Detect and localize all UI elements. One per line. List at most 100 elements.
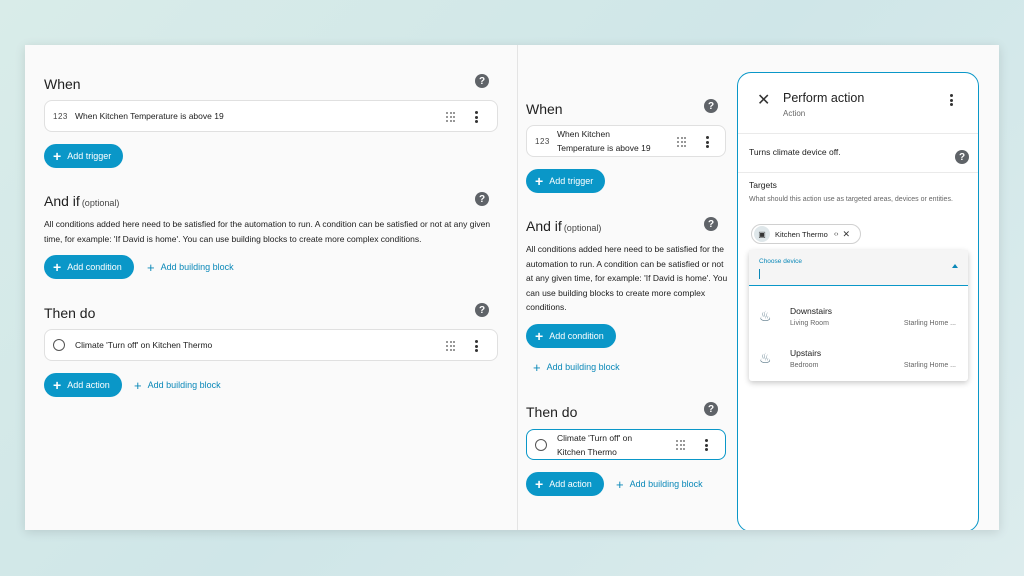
expand-code-icon[interactable]: ‹› <box>834 231 839 238</box>
close-icon[interactable]: ✕ <box>757 90 770 110</box>
and-if-help-icon[interactable]: ? <box>704 217 718 231</box>
action-help-icon[interactable]: ? <box>955 150 969 164</box>
and-if-label: And if <box>44 193 80 209</box>
targets-hint: What should this action use as targeted … <box>749 196 953 203</box>
add-action-button[interactable]: + Add action <box>526 472 604 496</box>
plus-icon: + <box>535 173 544 189</box>
choose-device-input[interactable]: Choose device <box>749 250 968 286</box>
add-condition-button[interactable]: + Add condition <box>44 255 134 279</box>
add-trigger-label: Add trigger <box>549 176 594 186</box>
trigger-text: When Kitchen Temperature is above 19 <box>75 111 224 121</box>
device-option[interactable]: ♨ Downstairs Living Room Starling Home .… <box>749 296 968 336</box>
hvac-icon: ♨ <box>759 308 772 324</box>
dialog-title: Perform action <box>783 91 865 105</box>
plus-icon: + <box>134 377 142 393</box>
add-condition-button[interactable]: + Add condition <box>526 324 616 348</box>
caret-up-icon[interactable] <box>952 264 958 268</box>
app-window: When ? 123 When Kitchen Temperature is a… <box>25 45 999 530</box>
when-help-icon[interactable]: ? <box>704 99 718 113</box>
targets-label: Targets <box>749 180 777 190</box>
trigger-text: When Kitchen Temperature is above 19 <box>557 127 725 155</box>
plus-icon: + <box>53 148 62 164</box>
action-description: Turns climate device off. <box>749 147 841 157</box>
dialog-subtitle: Action <box>783 109 806 118</box>
action-status-icon <box>535 438 547 451</box>
then-do-title: Then do <box>44 305 96 321</box>
plus-icon: + <box>535 476 544 492</box>
action-text: Climate 'Turn off' on Kitchen Thermo <box>75 340 213 350</box>
divider <box>738 172 978 173</box>
target-chip[interactable]: ▣ Kitchen Thermo ‹› ✕ <box>751 224 861 244</box>
trigger-card[interactable]: 123 When Kitchen Temperature is above 19 <box>526 125 726 157</box>
when-title: When <box>44 76 81 92</box>
add-trigger-button[interactable]: + Add trigger <box>44 144 124 168</box>
optional-label: (optional) <box>563 223 602 233</box>
add-action-label: Add action <box>549 479 592 489</box>
and-if-title: And if (optional) <box>44 193 119 209</box>
more-options-icon[interactable] <box>704 439 708 451</box>
hvac-icon: ♨ <box>759 350 772 366</box>
device-name: Upstairs <box>790 348 822 358</box>
add-building-block-button[interactable]: + Add building block <box>147 255 234 279</box>
device-area: Bedroom <box>790 362 819 369</box>
plus-icon: + <box>53 259 62 275</box>
and-if-title: And if (optional) <box>526 218 601 234</box>
device-name: Downstairs <box>790 306 833 316</box>
more-options-icon[interactable] <box>949 94 953 106</box>
plus-icon: + <box>535 328 544 344</box>
plus-icon: + <box>53 377 62 393</box>
drag-handle-icon[interactable] <box>446 341 455 351</box>
device-integration: Starling Home ... <box>903 362 956 369</box>
drag-handle-icon[interactable] <box>677 137 686 147</box>
device-integration: Starling Home ... <box>903 320 956 327</box>
conditions-description: All conditions added here need to be sat… <box>44 219 491 244</box>
optional-label: (optional) <box>81 198 120 208</box>
trigger-numeric-icon: 123 <box>53 111 68 121</box>
add-building-block-action-button[interactable]: + Add building block <box>134 373 221 397</box>
device-area: Living Room <box>790 320 829 327</box>
add-trigger-button[interactable]: + Add trigger <box>526 169 606 193</box>
when-help-icon[interactable]: ? <box>475 74 489 88</box>
more-options-icon[interactable] <box>474 340 478 352</box>
drag-handle-icon[interactable] <box>446 112 455 122</box>
plus-icon: + <box>533 359 541 375</box>
device-option[interactable]: ♨ Upstairs Bedroom Starling Home ... <box>749 338 968 378</box>
add-condition-label: Add condition <box>67 262 122 272</box>
editor-pane-left: When ? 123 When Kitchen Temperature is a… <box>25 45 517 530</box>
trigger-card[interactable]: 123 When Kitchen Temperature is above 19 <box>44 100 498 132</box>
divider <box>738 133 978 134</box>
add-action-button[interactable]: + Add action <box>44 373 122 397</box>
more-options-icon[interactable] <box>705 136 709 148</box>
add-action-label: Add action <box>67 380 110 390</box>
then-do-title: Then do <box>526 404 578 420</box>
drag-handle-icon[interactable] <box>676 440 685 450</box>
add-trigger-label: Add trigger <box>67 151 112 161</box>
trigger-text-line2: Temperature is above 19 <box>557 143 651 153</box>
then-do-help-icon[interactable]: ? <box>704 402 718 416</box>
text-cursor <box>759 269 760 279</box>
action-card[interactable]: Climate 'Turn off' on Kitchen Thermo <box>44 329 498 361</box>
conditions-description: All conditions added here need to be sat… <box>526 244 728 312</box>
action-text-line1: Climate 'Turn off' on <box>557 432 633 443</box>
add-building-block-label: Add building block <box>629 479 703 489</box>
chip-label: Kitchen Thermo <box>775 229 828 239</box>
add-building-block-label: Add building block <box>147 380 221 390</box>
action-text-line2: Kitchen Thermo <box>557 446 617 457</box>
and-if-help-icon[interactable]: ? <box>475 192 489 206</box>
remove-chip-icon[interactable]: ✕ <box>842 229 850 240</box>
editor-pane-middle: When ? 123 When Kitchen Temperature is a… <box>518 45 736 530</box>
and-if-label: And if <box>526 218 562 234</box>
add-building-block-action-button[interactable]: + Add building block <box>616 472 703 496</box>
plus-icon: + <box>616 476 624 492</box>
then-do-help-icon[interactable]: ? <box>475 303 489 317</box>
add-building-block-button[interactable]: + Add building block <box>533 355 620 379</box>
add-building-block-label: Add building block <box>160 262 234 272</box>
perform-action-dialog: ✕ Perform action Action Turns climate de… <box>737 72 979 530</box>
action-text: Climate 'Turn off' on Kitchen Thermo <box>557 431 725 459</box>
action-card-selected[interactable]: Climate 'Turn off' on Kitchen Thermo <box>526 429 726 460</box>
when-title: When <box>526 101 563 117</box>
more-options-icon[interactable] <box>474 111 478 123</box>
choose-device-label: Choose device <box>759 258 802 265</box>
trigger-numeric-icon: 123 <box>535 136 550 146</box>
action-status-icon <box>53 339 65 351</box>
